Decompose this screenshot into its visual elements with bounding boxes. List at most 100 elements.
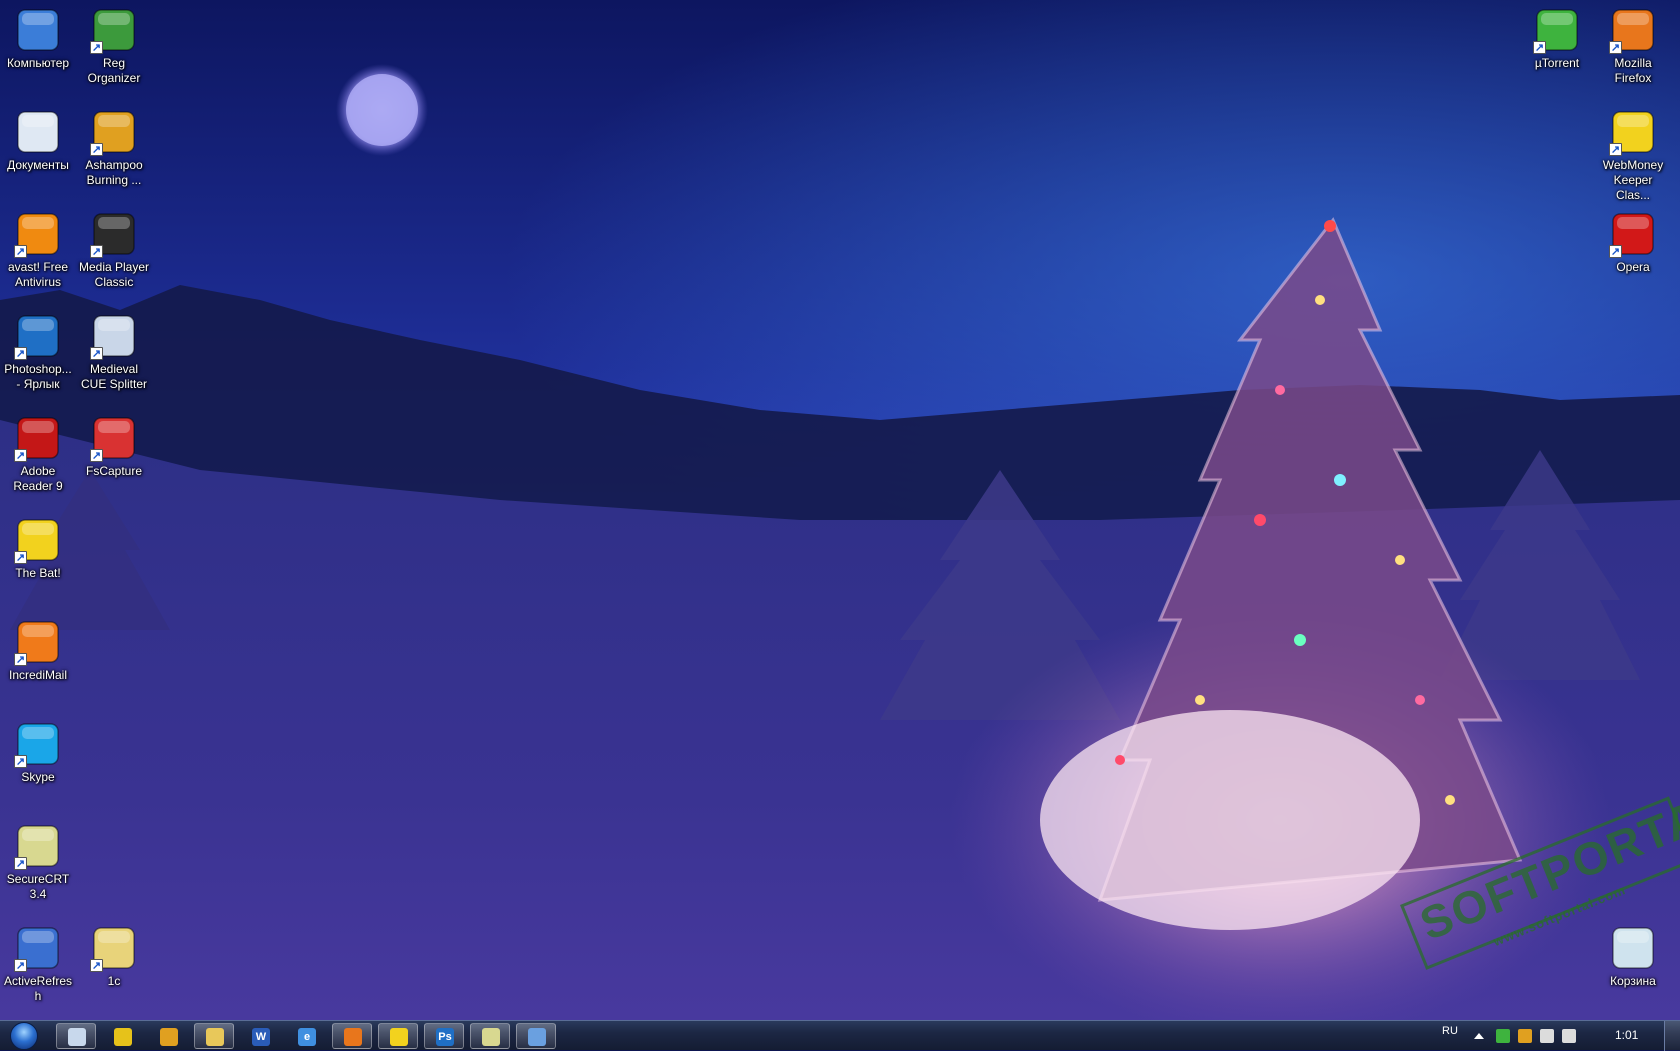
ashampoo-icon: ↗	[90, 108, 138, 156]
taskbar-internet-explorer[interactable]: e	[286, 1023, 326, 1049]
taskbar-firefox[interactable]	[332, 1023, 372, 1049]
the-bat-icon	[390, 1028, 408, 1046]
desktop-icon-label: Skype	[21, 770, 55, 784]
webmoney-icon: ↗	[1609, 108, 1657, 156]
desktop-icon-the-bat[interactable]: ↗ The Bat!	[0, 510, 76, 606]
taskbar-notepad[interactable]	[56, 1023, 96, 1049]
internet-explorer-icon: e	[298, 1028, 316, 1046]
desktop-icon-cue-splitter[interactable]: ↗ Medieval CUE Splitter	[76, 306, 152, 402]
computer-icon	[14, 6, 62, 54]
desktop-icon-label: Документы	[7, 158, 69, 172]
desktop-icon-label: Opera	[1616, 260, 1650, 274]
desktop-icon-label: FsCapture	[85, 464, 143, 478]
firefox-icon	[344, 1028, 362, 1046]
shortcut-arrow-icon: ↗	[14, 653, 27, 666]
desktop-icon-label: Reg Organizer	[87, 56, 141, 85]
desktop-icon-label: 1c	[107, 974, 121, 988]
desktop-icon-label: µTorrent	[1534, 56, 1580, 70]
desktop-icon-label: Photoshop... - Ярлык	[4, 362, 72, 391]
desktop-icon-label: avast! Free Antivirus	[7, 260, 69, 289]
desktop-icon-firefox[interactable]: ↗ Mozilla Firefox	[1595, 0, 1671, 96]
network-icon[interactable]	[1562, 1029, 1576, 1043]
adobe-reader-icon: ↗	[14, 414, 62, 462]
photoshop-icon: Ps	[436, 1028, 454, 1046]
taskbar-remote-desktop[interactable]	[516, 1023, 556, 1049]
securecrt-icon: ↗	[14, 822, 62, 870]
cue-splitter-icon: ↗	[90, 312, 138, 360]
desktop-icon-label: Компьютер	[6, 56, 70, 70]
shortcut-arrow-icon: ↗	[14, 449, 27, 462]
desktop-icon-utorrent[interactable]: ↗ µTorrent	[1519, 0, 1595, 96]
activerefresh-icon: ↗	[14, 924, 62, 972]
desktop-icon-skype[interactable]: ↗ Skype	[0, 714, 76, 810]
taskbar-photoshop[interactable]: Ps	[424, 1023, 464, 1049]
desktop-icon-documents[interactable]: Документы	[0, 102, 76, 198]
desktop-icon-opera[interactable]: ↗ Opera	[1595, 204, 1671, 300]
photoshop-icon: ↗	[14, 312, 62, 360]
show-desktop-button[interactable]	[1664, 1021, 1680, 1051]
desktop-icon-activerefresh[interactable]: ↗ ActiveRefresh	[0, 918, 76, 1014]
fscapture-icon: ↗	[90, 414, 138, 462]
taskbar-securecrt[interactable]	[470, 1023, 510, 1049]
desktop-icon-label: Mozilla Firefox	[1614, 56, 1652, 85]
desktop-icon-label: Adobe Reader 9	[13, 464, 63, 493]
desktop-icon-avast[interactable]: ↗ avast! Free Antivirus	[0, 204, 76, 300]
desktop-icon-incredimail[interactable]: ↗ IncrediMail	[0, 612, 76, 708]
desktop-icon-webmoney[interactable]: ↗ WebMoney Keeper Clas...	[1595, 102, 1671, 202]
shortcut-arrow-icon: ↗	[90, 347, 103, 360]
desktop-icon-photoshop[interactable]: ↗ Photoshop... - Ярлык	[0, 306, 76, 402]
word-icon: W	[252, 1028, 270, 1046]
folder-icon: ↗	[90, 924, 138, 972]
desktop-icon-adobe-reader[interactable]: ↗ Adobe Reader 9	[0, 408, 76, 504]
desktop-wallpaper	[0, 0, 1680, 1050]
shortcut-arrow-icon: ↗	[90, 143, 103, 156]
ashampoo-icon[interactable]	[1518, 1029, 1532, 1043]
shortcut-arrow-icon: ↗	[1609, 41, 1622, 54]
taskbar-word[interactable]: W	[240, 1023, 280, 1049]
utorrent-icon[interactable]	[1496, 1029, 1510, 1043]
taskbar-webmoney[interactable]	[102, 1023, 142, 1049]
desktop-icon-label: Ashampoo Burning ...	[85, 158, 143, 187]
desktop-icon-label: The Bat!	[15, 566, 61, 580]
desktop-icon-label: Корзина	[1610, 974, 1656, 988]
skype-icon: ↗	[14, 720, 62, 768]
media-player-icon: ↗	[90, 210, 138, 258]
desktop-icon-media-player[interactable]: ↗ Media Player Classic	[76, 204, 152, 300]
firefox-icon: ↗	[1609, 6, 1657, 54]
shortcut-arrow-icon: ↗	[14, 551, 27, 564]
shortcut-arrow-icon: ↗	[1609, 245, 1622, 258]
securecrt-icon	[482, 1028, 500, 1046]
shortcut-arrow-icon: ↗	[90, 41, 103, 54]
desktop-icon-ashampoo[interactable]: ↗ Ashampoo Burning ...	[76, 102, 152, 198]
recycle-bin-icon	[1609, 924, 1657, 972]
taskbar-ashampoo[interactable]	[148, 1023, 188, 1049]
taskbar-the-bat[interactable]	[378, 1023, 418, 1049]
shortcut-arrow-icon: ↗	[90, 245, 103, 258]
documents-icon	[14, 108, 62, 156]
start-button[interactable]	[4, 1021, 46, 1051]
desktop-icon-folder[interactable]: ↗ 1c	[76, 918, 152, 1014]
notepad-icon	[68, 1028, 86, 1046]
desktop-icon-fscapture[interactable]: ↗ FsCapture	[76, 408, 152, 504]
desktop-icon-label: Media Player Classic	[78, 260, 150, 289]
opera-icon: ↗	[1609, 210, 1657, 258]
action-center-icon[interactable]	[1540, 1029, 1554, 1043]
desktop-icon-computer[interactable]: Компьютер	[0, 0, 76, 96]
shortcut-arrow-icon: ↗	[90, 959, 103, 972]
shortcut-arrow-icon: ↗	[1533, 41, 1546, 54]
clock[interactable]: 1:01	[1615, 1028, 1638, 1042]
the-bat-icon: ↗	[14, 516, 62, 564]
webmoney-icon	[114, 1028, 132, 1046]
desktop-icon-securecrt[interactable]: ↗ SecureCRT 3.4	[0, 816, 76, 912]
reg-organizer-icon: ↗	[90, 6, 138, 54]
desktop-icon-label: ActiveRefresh	[3, 974, 73, 1003]
incredimail-icon: ↗	[14, 618, 62, 666]
chevron-up-icon[interactable]	[1474, 1033, 1484, 1039]
taskbar: We Ps RU 1:01	[0, 1020, 1680, 1051]
shortcut-arrow-icon: ↗	[1609, 143, 1622, 156]
taskbar-explorer[interactable]	[194, 1023, 234, 1049]
shortcut-arrow-icon: ↗	[14, 755, 27, 768]
desktop-icon-reg-organizer[interactable]: ↗ Reg Organizer	[76, 0, 152, 96]
shortcut-arrow-icon: ↗	[14, 245, 27, 258]
desktop-icon-recycle-bin[interactable]: Корзина	[1595, 918, 1671, 1014]
